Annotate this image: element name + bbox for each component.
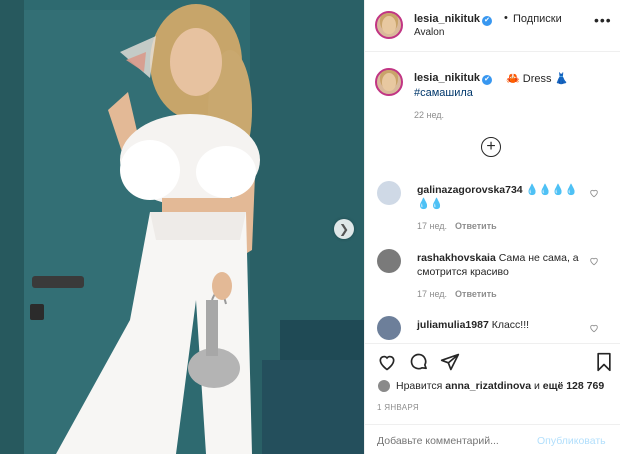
more-icon[interactable]: ••• [594,12,612,28]
caption-time[interactable]: 22 нед. [414,110,444,120]
heart-icon[interactable] [589,256,599,266]
author-avatar[interactable] [375,11,403,39]
comment-time[interactable]: 17 нед. [417,221,447,231]
publish-button[interactable]: Опубликовать [537,435,606,447]
comment-meta: 17 нед. Ответить [417,289,497,299]
likes-count[interactable]: ещё 128 769 [543,380,604,392]
comment-username[interactable]: juliamulia1987 [417,319,489,331]
author-username[interactable]: lesia_nikituk ✔ [414,13,493,26]
comment-meta: 17 нед. Ответить [417,221,497,231]
add-comment-bar: Опубликовать [365,424,620,454]
share-icon[interactable] [440,352,460,372]
caption-username[interactable]: lesia_nikituk ✔ [414,72,493,85]
comment-body: rashakhovskaia Сама не сама, а смотрится… [417,251,582,279]
comment-text: Класс!!! [491,319,530,331]
caption-text: 🦀 Dress 👗 [506,73,569,85]
post-date[interactable]: 1 ЯНВАРЯ [377,403,419,412]
heart-icon[interactable] [589,188,599,198]
following-button[interactable]: Подписки [513,13,562,25]
post-header: lesia_nikituk ✔ • Подписки Avalon ••• [365,0,620,52]
comment-body: juliamulia1987 Класс!!! [417,318,582,332]
likes-summary: Нравится anna_rizatdinova и ещё 128 769 [377,379,604,393]
location-link[interactable]: Avalon [414,27,444,38]
caption-avatar[interactable] [375,68,403,96]
next-photo-button[interactable]: ❯ [334,219,354,239]
separator-dot: • [504,12,508,24]
reply-button[interactable]: Ответить [455,289,497,299]
commenter-avatar[interactable] [377,249,401,273]
heart-icon[interactable] [589,323,599,333]
post-panel: lesia_nikituk ✔ • Подписки Avalon ••• les… [364,0,620,454]
comment-input[interactable] [377,435,527,447]
load-more-comments-button[interactable]: + [481,137,501,157]
author-username-text[interactable]: lesia_nikituk [414,13,480,25]
caption-hashtag[interactable]: #самашила [414,87,473,99]
comment-body: galinazagorovska734 💧💧💧💧💧💧 [417,183,582,211]
liker-avatar[interactable] [377,379,391,393]
action-bar [365,343,620,379]
reply-button[interactable]: Ответить [455,221,497,231]
commenter-avatar[interactable] [377,316,401,340]
verified-icon: ✔ [482,16,493,26]
chevron-right-icon: ❯ [338,222,350,236]
comment-icon[interactable] [409,352,429,372]
commenter-avatar[interactable] [377,181,401,205]
likes-middle: и [533,379,540,392]
comment-time[interactable]: 17 нед. [417,289,447,299]
verified-icon: ✔ [482,75,493,85]
likes-prefix: Нравится [396,379,443,392]
bookmark-icon[interactable] [594,352,614,372]
door-handle [32,276,84,288]
like-heart-icon[interactable] [377,352,397,372]
liker-username[interactable]: anna_rizatdinova [445,380,531,392]
post-photo[interactable]: ❯ [0,0,364,454]
comment-username[interactable]: rashakhovskaia [417,252,496,264]
comment-username[interactable]: galinazagorovska734 [417,184,523,196]
post-image [0,0,364,454]
plus-circle-icon: + [486,138,496,155]
caption-username-text[interactable]: lesia_nikituk [414,72,480,84]
